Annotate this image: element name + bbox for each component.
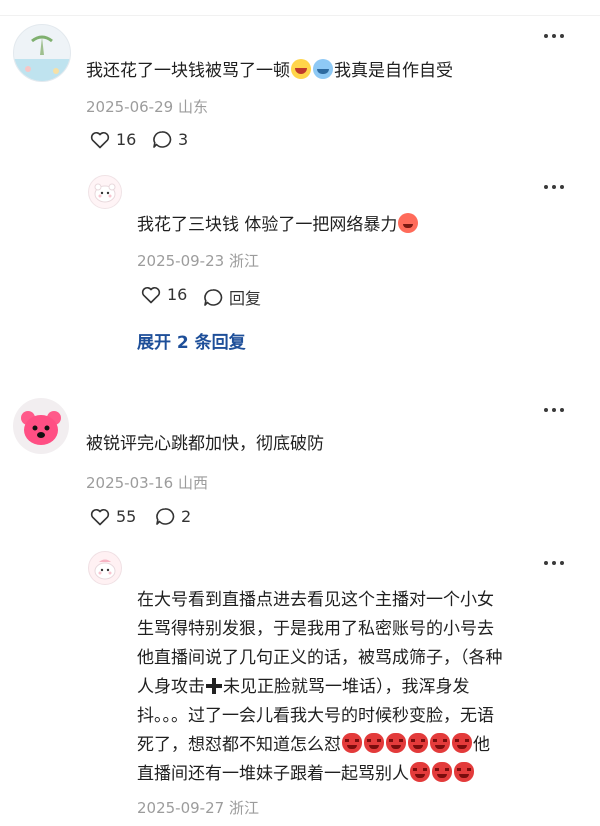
angry-devil-icon	[386, 733, 406, 753]
reply-count: 2	[181, 507, 192, 526]
expand-replies-link[interactable]: 展开 2 条回复	[137, 328, 246, 353]
avatar[interactable]	[88, 175, 122, 209]
comment-bubble-icon	[153, 131, 172, 148]
reply-location: 浙江	[228, 799, 259, 817]
reply-text-line: 人身攻击 未见正脸就骂一堆话），我浑身发	[137, 677, 470, 697]
like-count: 16	[116, 130, 137, 149]
comment-date: 2025-06-29	[86, 98, 174, 116]
reply-meta: 2025-09-27 浙江	[137, 797, 259, 818]
angry-devil-icon	[410, 762, 430, 782]
avatar[interactable]	[13, 24, 71, 82]
more-options-icon[interactable]	[544, 34, 566, 40]
reply-date: 2025-09-27	[137, 799, 225, 817]
more-options-icon[interactable]	[544, 408, 566, 414]
comment-location: 山东	[177, 98, 208, 116]
like-button[interactable]: 16	[141, 285, 187, 304]
reply-text-line: 抖。。。过了一会儿看我大号的时候秒变脸，无语	[137, 706, 494, 726]
crying-face-icon	[291, 59, 311, 79]
like-button[interactable]: 55	[90, 507, 136, 526]
reply-text-line: 死了，想怼都不知道怎么怼他	[137, 733, 490, 755]
angry-devil-icon	[408, 733, 428, 753]
angry-devil-icon	[430, 733, 450, 753]
reply-count: 3	[178, 130, 189, 149]
more-options-icon[interactable]	[544, 185, 566, 191]
reply-meta: 2025-09-23 浙江	[137, 250, 259, 271]
comment-bubble-icon	[204, 288, 223, 306]
reply-date: 2025-09-23	[137, 252, 225, 270]
heart-icon	[90, 131, 110, 148]
like-button[interactable]: 16	[90, 130, 136, 149]
reply-location: 浙江	[228, 252, 259, 270]
avatar[interactable]	[13, 398, 69, 454]
reply-text-line: 他直播间说了几句正义的话，被骂成筛子，（各种	[137, 648, 503, 668]
reply-button[interactable]: 2	[155, 507, 191, 526]
reply-text-line: 在大号看到直播点进去看见这个主播对一个小女	[137, 590, 494, 610]
reply-text-line: 直播间还有一堆妹子跟着一起骂别人	[137, 760, 475, 789]
comment-date: 2025-03-16	[86, 474, 174, 492]
comment-location: 山西	[177, 474, 208, 492]
comment-meta: 2025-06-29 山东	[86, 96, 208, 117]
reply-button[interactable]: 3	[152, 130, 188, 149]
angry-devil-icon	[432, 762, 452, 782]
heavy-plus-icon	[206, 678, 222, 694]
scared-face-icon	[398, 213, 419, 233]
reply-button[interactable]: 回复	[203, 285, 261, 309]
like-count: 55	[116, 507, 137, 526]
comment-bubble-icon	[156, 508, 175, 525]
angry-devil-icon	[452, 733, 472, 753]
angry-devil-icon	[364, 733, 384, 753]
angry-devil-icon	[342, 733, 362, 753]
avatar[interactable]	[88, 551, 122, 585]
reply-text-line: 生骂得特别发狠，于是我用了私密账号的小号去	[137, 619, 494, 639]
sobbing-face-icon	[313, 59, 333, 79]
reply-text: 我花了三块钱 体验了一把网络暴力	[137, 211, 419, 240]
heart-icon	[90, 508, 110, 525]
like-count: 16	[167, 285, 188, 304]
comment-meta: 2025-03-16 山西	[86, 472, 208, 493]
reply-label: 回复	[229, 289, 262, 308]
heart-icon	[141, 286, 161, 303]
comment-text: 我还花了一块钱被骂了一顿 我真是自作自受	[86, 59, 453, 81]
more-options-icon[interactable]	[544, 561, 566, 567]
top-divider	[0, 15, 600, 16]
comment-text: 被锐评完心跳都加快，彻底破防	[86, 434, 324, 454]
angry-devil-icon	[454, 762, 474, 782]
